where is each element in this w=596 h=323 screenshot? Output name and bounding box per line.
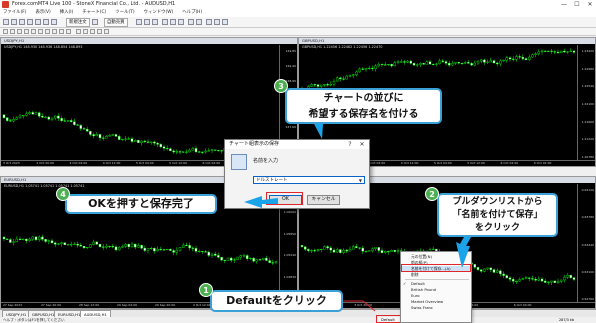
step4-callout: OKを押すと保存完了 [65,194,217,214]
step3-callout: チャートの並びに 希望する保存名を付ける [285,88,442,124]
mt4-app-window: Forex.comMT4 Live 100 - StoneX Financial… [0,0,596,323]
step2-line2: 「名前を付けて保存」 [452,210,543,220]
step3-line1: チャートの並びに [323,93,404,104]
step1-badge: 1 [199,283,213,297]
step1-connector [343,300,376,312]
step2-line1: プルダウンリストから [452,197,543,207]
step1-callout: Defaultをクリック [210,290,343,312]
step3-badge: 3 [274,79,288,93]
step4-badge: 4 [56,187,70,201]
step2-callout: プルダウンリストから 「名前を付けて保存」 をクリック [437,193,558,237]
step2-line3: をクリック [474,223,520,233]
step1-text: Defaultをクリック [226,294,327,307]
step4-text: OKを押すと保存完了 [88,197,194,210]
step2-badge: 2 [425,187,439,201]
arrow-to-ok-button [244,196,278,208]
annotation-arrows [244,98,484,268]
step3-line2: 希望する保存名を付ける [308,109,419,120]
